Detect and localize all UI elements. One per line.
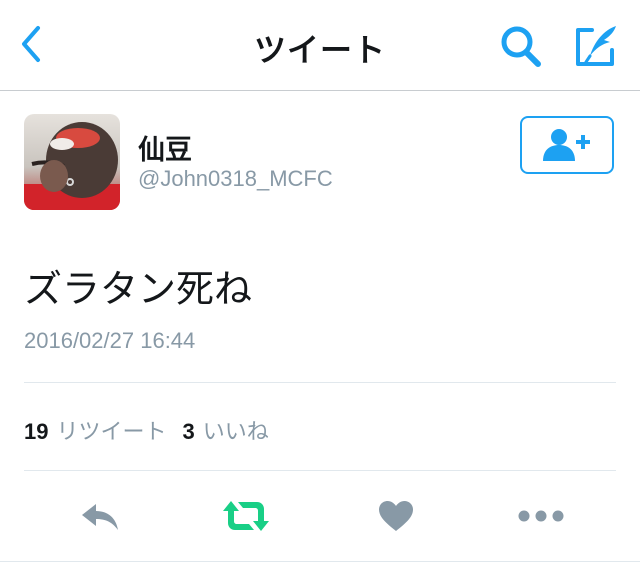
retweet-icon (223, 501, 269, 531)
avatar[interactable] (24, 114, 120, 210)
retweet-label: リツイート (56, 420, 167, 445)
like-button[interactable] (374, 494, 418, 538)
follow-button[interactable] (520, 116, 614, 174)
more-icon (518, 510, 564, 522)
retweet-stat[interactable]: 19 リツイート (24, 419, 167, 445)
tweet-stats: 19 リツイート 3 いいね (24, 414, 269, 446)
search-button[interactable] (498, 24, 546, 68)
action-bar (0, 494, 640, 538)
tweet-text: ズラタン死ね (24, 267, 253, 311)
compose-button[interactable] (570, 22, 620, 70)
divider (24, 382, 616, 383)
retweet-count: 19 (24, 419, 49, 444)
like-stat[interactable]: 3 いいね (182, 419, 269, 445)
author-handle[interactable]: @John0318_MCFC (138, 166, 333, 192)
add-user-icon (543, 129, 590, 161)
heart-icon (379, 501, 413, 531)
reply-icon (82, 504, 118, 530)
author-display-name[interactable]: 仙豆 (138, 128, 192, 167)
like-count: 3 (182, 419, 195, 444)
reply-button[interactable] (76, 494, 124, 538)
retweet-button[interactable] (220, 494, 272, 538)
more-button[interactable] (516, 494, 566, 538)
compose-tweet-icon (576, 26, 616, 66)
avatar-photo (24, 114, 120, 210)
divider (24, 470, 616, 471)
tweet-timestamp: 2016/02/27 16:44 (24, 328, 196, 353)
navigation-bar: ツイート (0, 0, 640, 91)
like-label: いいね (202, 420, 269, 445)
search-icon (501, 26, 541, 67)
